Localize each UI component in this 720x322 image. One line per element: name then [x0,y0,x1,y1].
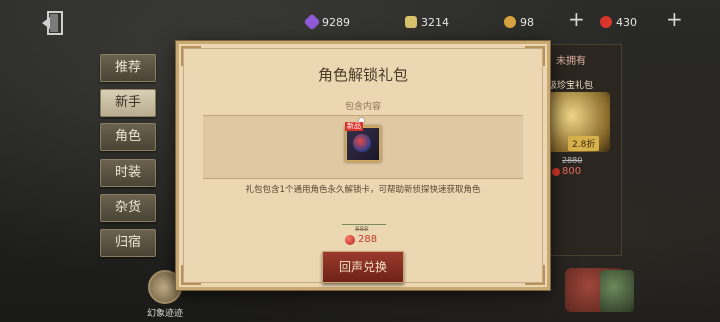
red-gem-icon [345,234,355,245]
currency-gold-coin: 98 [504,14,534,30]
strikethrough-line [342,224,386,225]
treasure-pack-title: 级珍宝礼包 [548,81,594,91]
not-owned-tab[interactable]: 未拥有 [556,52,586,67]
add-currency-button[interactable]: + [568,9,585,29]
exit-door-icon[interactable] [40,10,68,36]
contents-label: 包含内容 [344,102,381,112]
red-gem-icon [600,16,612,28]
currency-value: 3214 [421,15,449,29]
side-tab-recommend[interactable]: 推荐 [100,54,156,82]
current-price: 288 [345,234,377,245]
unlock-card-icon [353,134,371,152]
side-tab-home[interactable]: 归宿 [100,229,156,257]
echo-redeem-button[interactable]: 回声兑换 [322,251,404,283]
old-price: 888 [355,225,369,233]
corner-ornament [181,46,201,66]
new-badge: 新品 [345,122,363,131]
purple-crystal-icon [303,13,321,31]
currency-puzzle-piece: 3214 [405,14,449,30]
dialog-title: 角色解锁礼包 [317,66,408,84]
top-currency-bar: 9289 3214 98 + 430 + [0,0,720,42]
shop-chest-icon[interactable] [600,270,634,312]
currency-purple-crystal: 9289 [303,13,350,31]
currency-value: 430 [616,15,637,29]
character-unlock-dialog: 角色解锁礼包 包含内容 新品 礼包包含1个通用角色永久解锁卡，可帮助新侦探快速获… [176,41,550,290]
dream-trace-label: 幻象迹迹 [146,309,183,319]
side-tab-goods[interactable]: 杂货 [100,194,156,222]
side-tab-costume[interactable]: 时装 [100,159,156,187]
add-red-gem-button[interactable]: + [666,9,683,29]
corner-ornament [525,265,545,285]
treasure-price-value: 800 [562,166,582,177]
currency-value: 9289 [322,15,350,29]
treasure-price: 800 [552,166,581,177]
currency-value: 98 [520,15,534,29]
corner-ornament [525,46,545,66]
side-tab-character[interactable]: 角色 [100,123,156,151]
price-value: 288 [358,234,378,245]
puzzle-piece-icon [405,16,417,28]
currency-red-gem: 430 [600,14,637,30]
unlock-card-item[interactable]: 新品 [345,122,381,162]
treasure-old-price: 2880 [562,156,583,165]
side-tab-newbie[interactable]: 新手 [100,89,156,117]
discount-badge: 2.8折 [568,136,600,151]
gold-coin-icon [504,16,516,28]
corner-ornament [181,265,201,285]
red-gem-icon [552,167,560,176]
pack-description: 礼包包含1个通用角色永久解锁卡，可帮助新侦探快速获取角色 [245,185,481,195]
